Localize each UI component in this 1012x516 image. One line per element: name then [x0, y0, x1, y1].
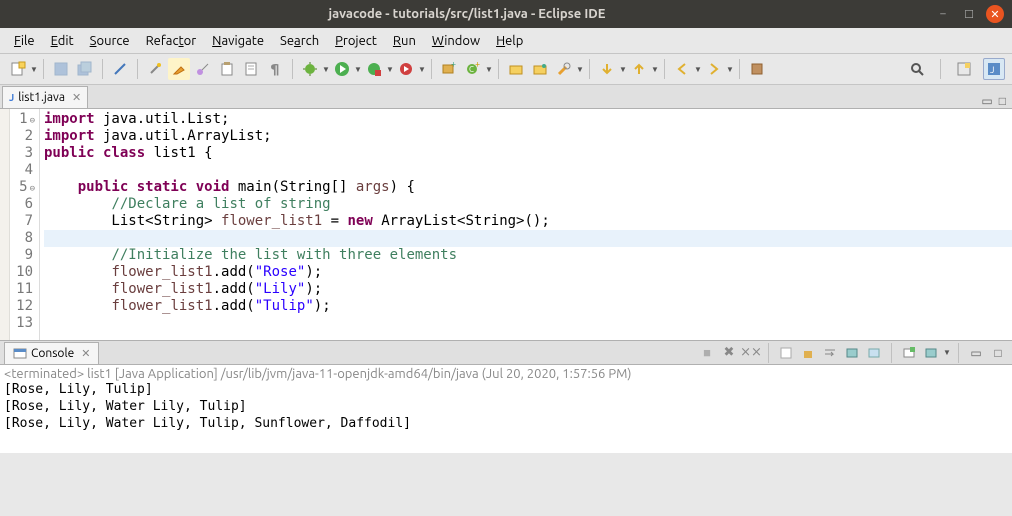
highlight-icon[interactable]: [168, 58, 190, 80]
menu-edit[interactable]: Edit: [43, 30, 82, 52]
search-icon[interactable]: [906, 58, 928, 80]
ext-tools-icon[interactable]: [395, 58, 417, 80]
minimize-button[interactable]: –: [934, 5, 952, 23]
clear-console-icon[interactable]: [776, 344, 796, 362]
terminate-icon[interactable]: ■: [697, 344, 717, 362]
menu-bar: File Edit Source Refactor Navigate Searc…: [0, 28, 1012, 54]
line-number-gutter: 1⊖ 2 3 4 5⊖ 6 7 8 9 10 11 12 13: [10, 109, 40, 340]
perspective-open-icon[interactable]: [953, 58, 975, 80]
open-console-dropdown[interactable]: ▼: [943, 348, 951, 357]
forward-icon[interactable]: [703, 58, 725, 80]
svg-text:C: C: [469, 65, 474, 74]
save-icon[interactable]: [50, 58, 72, 80]
console-tab-label: Console: [31, 347, 74, 360]
perspective-java-icon[interactable]: J: [983, 58, 1005, 80]
new-icon[interactable]: [7, 58, 29, 80]
menu-source[interactable]: Source: [82, 30, 138, 52]
code-editor[interactable]: 1⊖ 2 3 4 5⊖ 6 7 8 9 10 11 12 13 import j…: [0, 109, 1012, 341]
menu-refactor[interactable]: Refactor: [138, 30, 205, 52]
coverage-dropdown[interactable]: ▼: [386, 65, 394, 74]
save-all-icon[interactable]: [74, 58, 96, 80]
next-ann-dropdown[interactable]: ▼: [619, 65, 627, 74]
run-icon[interactable]: [331, 58, 353, 80]
paragraph-icon[interactable]: ¶: [264, 58, 286, 80]
maximize-button[interactable]: ☐: [960, 5, 978, 23]
open-type-icon[interactable]: [505, 58, 527, 80]
remove-all-icon[interactable]: ⨯⨯: [741, 344, 761, 362]
console-minimize-icon[interactable]: ▭: [966, 344, 986, 362]
window-title: javacode - tutorials/src/list1.java - Ec…: [8, 7, 926, 21]
main-toolbar: ▼ ¶ ▼ ▼ ▼ ▼ + C+ ▼ ▼ ▼ ▼ ▼ ▼ J: [0, 54, 1012, 85]
coverage-icon[interactable]: [363, 58, 385, 80]
editor-tab-list1[interactable]: J list1.java ✕: [2, 86, 88, 108]
editor-maximize-icon[interactable]: □: [999, 94, 1006, 108]
close-button[interactable]: ✕: [986, 5, 1004, 23]
svg-text:J: J: [990, 65, 994, 75]
show-console-icon[interactable]: [842, 344, 862, 362]
editor-tab-bar: J list1.java ✕ ▭ □: [0, 85, 1012, 109]
search-file-icon[interactable]: [553, 58, 575, 80]
new-package-icon[interactable]: +: [438, 58, 460, 80]
menu-navigate[interactable]: Navigate: [204, 30, 272, 52]
back-dropdown[interactable]: ▼: [694, 65, 702, 74]
open-console-icon[interactable]: [921, 344, 941, 362]
menu-project[interactable]: Project: [327, 30, 385, 52]
editor-tab-label: list1.java: [18, 91, 65, 104]
new-class-icon[interactable]: C+: [462, 58, 484, 80]
menu-window[interactable]: Window: [424, 30, 488, 52]
scroll-lock-icon[interactable]: [798, 344, 818, 362]
console-icon: [13, 346, 27, 360]
link-icon[interactable]: [109, 58, 131, 80]
svg-text:+: +: [475, 61, 480, 69]
new-class-dropdown[interactable]: ▼: [485, 65, 493, 74]
console-maximize-icon[interactable]: □: [988, 344, 1008, 362]
menu-file[interactable]: File: [6, 30, 43, 52]
ext-tools-dropdown[interactable]: ▼: [418, 65, 426, 74]
java-file-icon: J: [9, 92, 14, 103]
console-line: [Rose, Lily, Water Lily, Tulip, Sunflowe…: [4, 415, 1008, 432]
remove-launch-icon[interactable]: ✖: [719, 344, 739, 362]
console-tab-bar: Console ✕ ■ ✖ ⨯⨯ ▼ ▭ □: [0, 341, 1012, 365]
console-line: [Rose, Lily, Tulip]: [4, 381, 1008, 398]
forward-dropdown[interactable]: ▼: [726, 65, 734, 74]
clipboard-icon[interactable]: [216, 58, 238, 80]
menu-search[interactable]: Search: [272, 30, 327, 52]
run-dropdown[interactable]: ▼: [354, 65, 362, 74]
menu-run[interactable]: Run: [385, 30, 424, 52]
pin-console-icon[interactable]: [864, 344, 884, 362]
open-task-icon[interactable]: [529, 58, 551, 80]
console-tab[interactable]: Console ✕: [4, 342, 99, 364]
tab-close-icon[interactable]: ✕: [72, 91, 81, 104]
editor-minimize-icon[interactable]: ▭: [981, 94, 992, 108]
brush-icon[interactable]: [192, 58, 214, 80]
console-run-header: <terminated> list1 [Java Application] /u…: [4, 367, 1008, 381]
back-icon[interactable]: [671, 58, 693, 80]
wand-icon[interactable]: [144, 58, 166, 80]
display-console-icon[interactable]: [899, 344, 919, 362]
prev-ann-dropdown[interactable]: ▼: [651, 65, 659, 74]
new-dropdown[interactable]: ▼: [30, 65, 38, 74]
search-file-dropdown[interactable]: ▼: [576, 65, 584, 74]
debug-dropdown[interactable]: ▼: [322, 65, 330, 74]
pin-icon[interactable]: [746, 58, 768, 80]
word-wrap-icon[interactable]: [820, 344, 840, 362]
svg-text:+: +: [451, 61, 456, 69]
menu-help[interactable]: Help: [488, 30, 531, 52]
debug-icon[interactable]: [299, 58, 321, 80]
window-titlebar: javacode - tutorials/src/list1.java - Ec…: [0, 0, 1012, 28]
code-content[interactable]: import java.util.List; import java.util.…: [40, 109, 1012, 340]
next-ann-icon[interactable]: [596, 58, 618, 80]
console-line: [Rose, Lily, Water Lily, Tulip]: [4, 398, 1008, 415]
console-output[interactable]: <terminated> list1 [Java Application] /u…: [0, 365, 1012, 453]
doc-icon[interactable]: [240, 58, 262, 80]
prev-ann-icon[interactable]: [628, 58, 650, 80]
marker-bar: [0, 109, 10, 340]
console-tab-close-icon[interactable]: ✕: [81, 347, 90, 360]
